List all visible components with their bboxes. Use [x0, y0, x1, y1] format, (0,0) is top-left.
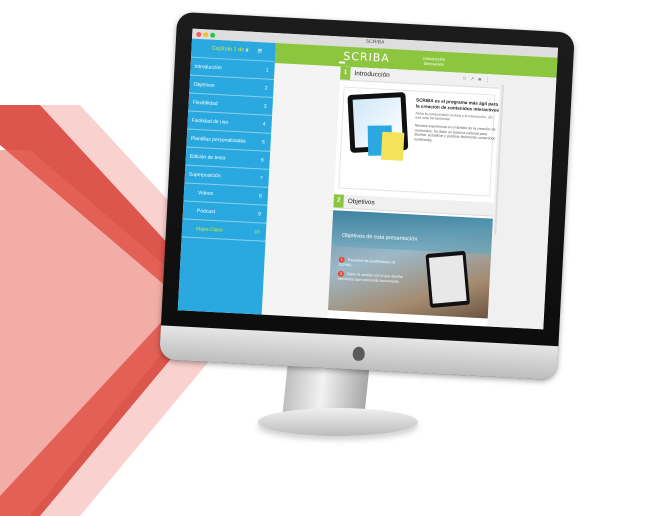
monitor-stand-base	[258, 408, 418, 436]
topbar-line-2: Bienvenido	[423, 60, 444, 67]
section-number: 1	[340, 66, 351, 80]
section-title: Introducción	[354, 70, 390, 80]
pool-background	[331, 210, 493, 255]
more-icon[interactable]: ⋮	[485, 77, 494, 83]
intro-card: SCRIBA es el programa más ágil para la c…	[338, 86, 499, 197]
objetivos-hero-image: Objetivos de esta presentación 1 Presenta…	[327, 210, 493, 319]
menu-icon[interactable]: ≡	[257, 46, 262, 55]
chapter-indicator: Capítulo 1 de 4	[211, 45, 249, 54]
objective-bullet-2: 2 Saber el sentido con el que diseñar ele…	[337, 270, 404, 284]
section-title: Objetivos	[347, 198, 375, 207]
tablet-in-hands-illustration	[425, 250, 471, 308]
objective-bullet-1: 1 Presentar las posibilidades de SCRIBA.	[338, 256, 396, 268]
sidebar: Capítulo 1 de 4 › ≡ Introducción 1 Objet…	[177, 38, 276, 315]
section-number: 2	[333, 194, 345, 208]
apple-logo-icon	[352, 346, 366, 362]
chevron-right-icon[interactable]: ›	[245, 45, 248, 54]
topbar-center-text: Introducción Bienvenido	[423, 56, 445, 67]
intro-paragraph: Nuestra experiencia en el ámbito de la c…	[413, 123, 496, 143]
monitor: SCRIBA Capítulo 1 de 4 › ≡ Introducción …	[159, 11, 575, 381]
right-panel	[487, 74, 557, 330]
app-screen: SCRIBA Capítulo 1 de 4 › ≡ Introducción …	[177, 28, 559, 330]
content-column: 1 Introducción ⌑↗■⋮ SCRIBA es el program…	[327, 66, 501, 327]
heart-icon[interactable]: ♡	[486, 98, 491, 104]
scriba-logo: SCRIBA	[342, 49, 391, 65]
sidebar-item-mapa-clave[interactable]: Mapa Clave 10	[181, 219, 267, 242]
book-illustration-yellow	[380, 131, 405, 161]
section-tools: ⌑↗■⋮	[463, 76, 494, 84]
intro-subheading: Aúna la comprensión lectora y la interac…	[415, 111, 494, 122]
